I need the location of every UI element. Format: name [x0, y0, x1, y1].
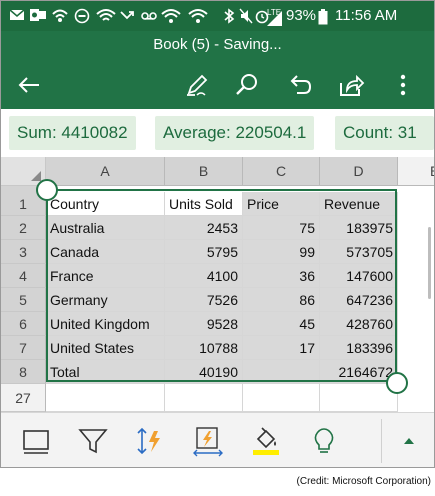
cell-c1[interactable]: Price: [243, 192, 320, 216]
cell-a4[interactable]: France: [46, 264, 165, 288]
cell-b8[interactable]: 40190: [165, 360, 243, 384]
cell-d7[interactable]: 183396: [320, 336, 398, 360]
bluetooth-icon: [223, 8, 235, 28]
flash-fill-icon[interactable]: [192, 425, 224, 457]
status-bar: LTE 93% 11:56 AM: [1, 1, 434, 31]
cell-d2[interactable]: 183975: [320, 216, 398, 240]
wifi-icon: [161, 8, 181, 28]
column-header-d[interactable]: D: [320, 157, 398, 186]
stat-count[interactable]: Count: 31: [335, 116, 434, 150]
cell-a3[interactable]: Canada: [46, 240, 165, 264]
cell-d3[interactable]: 573705: [320, 240, 398, 264]
cell-a7[interactable]: United States: [46, 336, 165, 360]
cell-b2[interactable]: 2453: [165, 216, 243, 240]
cell-c6[interactable]: 45: [243, 312, 320, 336]
bottom-command-bar: [1, 412, 434, 467]
fill-color-icon[interactable]: [250, 425, 282, 457]
cell-c2[interactable]: 75: [243, 216, 320, 240]
idea-lightbulb-icon[interactable]: [308, 425, 340, 457]
edit-pen-icon[interactable]: [183, 71, 211, 99]
selection-end-handle[interactable]: [386, 372, 408, 394]
cell-b27[interactable]: [165, 384, 243, 412]
search-icon[interactable]: [233, 71, 261, 99]
row-header-4[interactable]: 4: [1, 264, 46, 288]
bottom-divider: [381, 419, 382, 463]
image-credit: (Credit: Microsoft Corporation): [296, 476, 431, 487]
row-header-6[interactable]: 6: [1, 312, 46, 336]
cell-a1[interactable]: Country: [46, 192, 165, 216]
sort-icon[interactable]: [134, 425, 166, 457]
cell-b5[interactable]: 7526: [165, 288, 243, 312]
undo-icon[interactable]: [285, 71, 313, 99]
battery-percent: 93%: [286, 7, 317, 24]
cell-c7[interactable]: 17: [243, 336, 320, 360]
cell-b7[interactable]: 10788: [165, 336, 243, 360]
column-header-c[interactable]: C: [243, 157, 320, 186]
row-header-7[interactable]: 7: [1, 336, 46, 360]
cell-b4[interactable]: 4100: [165, 264, 243, 288]
stat-average[interactable]: Average: 220504.1: [155, 116, 315, 150]
cell-a27[interactable]: [46, 384, 165, 412]
top-toolbar: [1, 59, 434, 109]
cell-c3[interactable]: 99: [243, 240, 320, 264]
cell-a6[interactable]: United Kingdom: [46, 312, 165, 336]
comment-icon[interactable]: [21, 425, 53, 457]
row-header-8[interactable]: 8: [1, 360, 46, 384]
row-header-2[interactable]: 2: [1, 216, 46, 240]
battery-icon: [318, 9, 328, 29]
do-not-disturb-icon: [74, 8, 90, 28]
cell-b3[interactable]: 5795: [165, 240, 243, 264]
row-header-3[interactable]: 3: [1, 240, 46, 264]
excel-app-window: LTE 93% 11:56 AM Book (5) - Saving... Su…: [0, 0, 435, 468]
wifi-icon: [188, 8, 208, 28]
mute-icon: [239, 8, 253, 28]
vertical-scrollbar[interactable]: [428, 227, 431, 299]
wifi-icon: [96, 8, 116, 28]
column-header-a[interactable]: A: [46, 157, 165, 186]
cell-a2[interactable]: Australia: [46, 216, 165, 240]
stat-sum[interactable]: Sum: 4410082: [9, 116, 136, 150]
cell-d4[interactable]: 147600: [320, 264, 398, 288]
cell-c4[interactable]: 36: [243, 264, 320, 288]
selection-start-handle[interactable]: [36, 179, 58, 201]
cell-b1[interactable]: Units Sold: [165, 192, 243, 216]
column-header-b[interactable]: B: [165, 157, 243, 186]
back-arrow-icon[interactable]: [15, 71, 43, 99]
cell-d1[interactable]: Revenue: [320, 192, 398, 216]
cell-d5[interactable]: 647236: [320, 288, 398, 312]
wifi-calling-icon: [51, 8, 69, 28]
selection-stats-bar: Sum: 4410082 Average: 220504.1 Count: 31: [1, 109, 434, 157]
more-vertical-icon[interactable]: [389, 71, 417, 99]
cell-c5[interactable]: 86: [243, 288, 320, 312]
status-time: 11:56 AM: [335, 7, 398, 24]
mail-icon: [9, 8, 25, 26]
expand-up-icon[interactable]: [393, 425, 425, 457]
outlook-icon: [29, 8, 47, 26]
cell-c8[interactable]: [243, 360, 320, 384]
cell-d27[interactable]: [320, 384, 398, 412]
spreadsheet-grid[interactable]: A B C D E 1 2 3 4 5 6 7 8 27 Country Uni…: [1, 157, 434, 412]
cell-a5[interactable]: Germany: [46, 288, 165, 312]
column-header-e[interactable]: E: [398, 157, 434, 186]
filter-icon[interactable]: [77, 425, 109, 457]
cell-d6[interactable]: 428760: [320, 312, 398, 336]
cell-a8[interactable]: Total: [46, 360, 165, 384]
cell-c27[interactable]: [243, 384, 320, 412]
row-header-27[interactable]: 27: [1, 384, 46, 412]
cell-b6[interactable]: 9528: [165, 312, 243, 336]
share-icon[interactable]: [337, 71, 365, 99]
missed-call-icon: [119, 8, 135, 28]
row-header-5[interactable]: 5: [1, 288, 46, 312]
voicemail-icon: [140, 8, 158, 28]
document-title: Book (5) - Saving...: [1, 31, 434, 59]
